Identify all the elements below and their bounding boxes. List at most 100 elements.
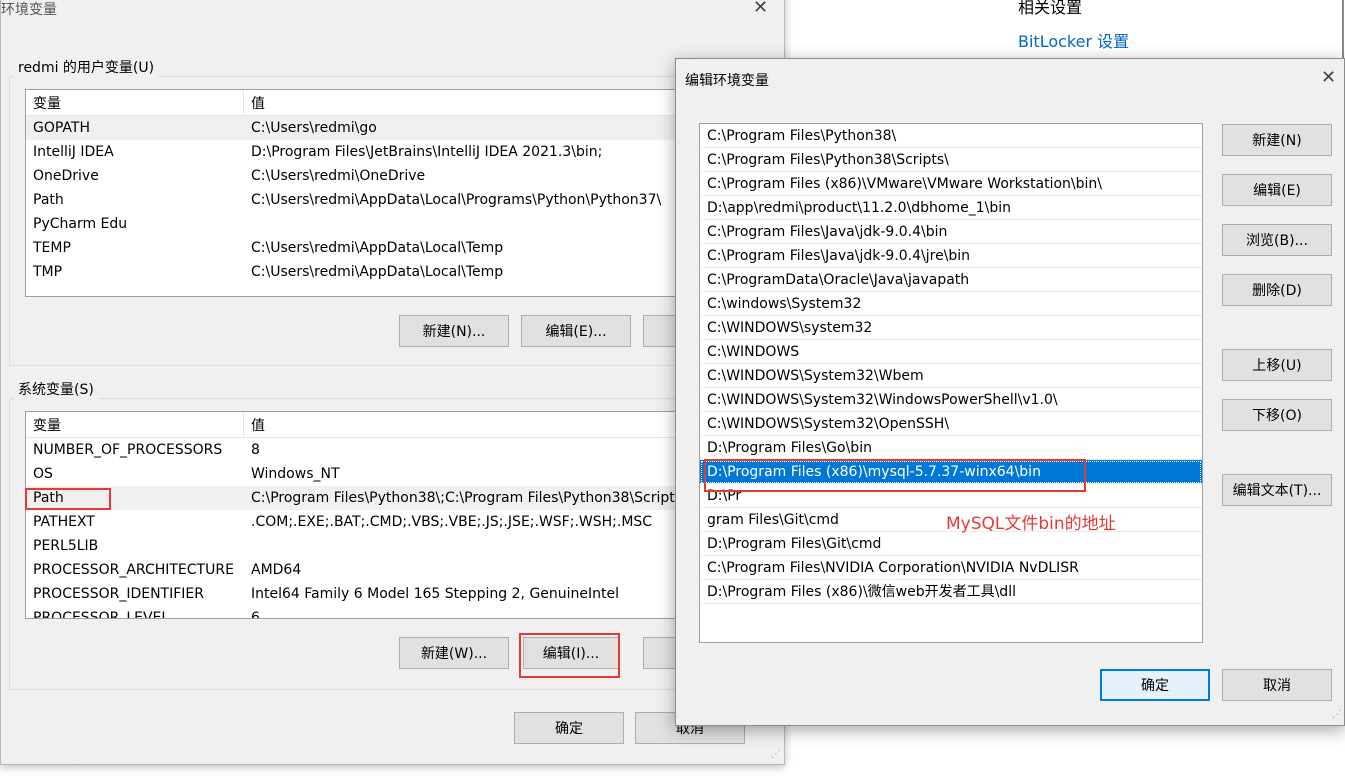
table-row[interactable]: PyCharm Edu xyxy=(26,212,784,236)
edit-cancel-button[interactable]: 取消 xyxy=(1222,669,1332,701)
environment-variables-window: 环境变量 ✕ redmi 的用户变量(U) 变量 值 GOPATH C:\User… xyxy=(0,0,785,765)
window-title: 环境变量 xyxy=(1,2,57,18)
env-ok-button[interactable]: 确定 xyxy=(514,712,624,744)
table-row[interactable]: PATHEXT .COM;.EXE;.BAT;.CMD;.VBS;.VBE;.JS… xyxy=(26,510,784,534)
delete-path-button[interactable]: 删除(D) xyxy=(1222,274,1332,306)
bitlocker-settings-link[interactable]: BitLocker 设置 xyxy=(1018,28,1129,52)
table-header: 变量 值 xyxy=(26,412,784,438)
table-row[interactable]: PROCESSOR_IDENTIFIER Intel64 Family 6 Mod… xyxy=(26,582,784,606)
variable-value xyxy=(243,534,251,558)
table-row[interactable]: PERL5LIB xyxy=(26,534,784,558)
path-list-item[interactable]: C:\Program Files\Python38\ xyxy=(700,124,1202,148)
path-list-item[interactable]: C:\Program Files (x86)\VMware\VMware Wor… xyxy=(700,172,1202,196)
variable-value: C:\Program Files\Python38\;C:\Program Fi… xyxy=(251,490,683,506)
variable-name: OneDrive xyxy=(33,168,99,184)
path-list-item[interactable]: C:\Program Files\Java\jdk-9.0.4\bin xyxy=(700,220,1202,244)
path-list-item[interactable]: C:\WINDOWS xyxy=(700,340,1202,364)
table-row[interactable]: IntelliJ IDEA D:\Program Files\JetBrains\… xyxy=(26,140,784,164)
table-row[interactable]: TEMP C:\Users\redmi\AppData\Local\Temp xyxy=(26,236,784,260)
system-variables-table[interactable]: 变量 值 NUMBER_OF_PROCESSORS 8 OS Windows_NT … xyxy=(25,411,785,619)
variable-name: Path xyxy=(33,192,64,208)
variable-value: C:\Users\redmi\AppData\Local\Temp xyxy=(251,264,504,280)
variable-value: C:\Users\redmi\go xyxy=(251,120,377,136)
resize-grip-icon[interactable]: ⋰ xyxy=(1332,709,1342,720)
variable-name: PROCESSOR_IDENTIFIER xyxy=(33,586,204,602)
settings-scrollbar[interactable] xyxy=(1342,0,1344,60)
column-header-variable[interactable]: 变量 xyxy=(26,93,243,113)
path-list-item[interactable]: C:\ProgramData\Oracle\Java\javapath xyxy=(700,268,1202,292)
column-header-variable[interactable]: 变量 xyxy=(26,415,243,435)
table-row[interactable]: TMP C:\Users\redmi\AppData\Local\Temp xyxy=(26,260,784,284)
table-row[interactable]: GOPATH C:\Users\redmi\go xyxy=(26,116,784,140)
system-new-button[interactable]: 新建(W)... xyxy=(399,637,509,669)
table-row[interactable]: PROCESSOR_LEVEL 6 xyxy=(26,606,784,619)
variable-value: .COM;.EXE;.BAT;.CMD;.VBS;.VBE;.JS;.JSE;.… xyxy=(251,514,653,530)
path-list-item[interactable]: D:\app\redmi\product\11.2.0\dbhome_1\bin xyxy=(700,196,1202,220)
user-variables-table[interactable]: 变量 值 GOPATH C:\Users\redmi\go IntelliJ ID… xyxy=(25,89,785,297)
edit-ok-button[interactable]: 确定 xyxy=(1100,669,1210,701)
variable-name: PERL5LIB xyxy=(33,538,99,554)
variable-name: TEMP xyxy=(33,240,71,256)
path-list-item[interactable]: C:\WINDOWS\system32 xyxy=(700,316,1202,340)
path-list-item[interactable]: D:\Program Files (x86)\mysql-5.7.37-winx… xyxy=(700,460,1202,484)
user-variables-label: redmi 的用户变量(U) xyxy=(14,57,159,77)
variable-value: AMD64 xyxy=(251,562,302,578)
edit-environment-variable-window: 编辑环境变量 ✕ C:\Program Files\Python38\ C:\Pr… xyxy=(675,58,1345,726)
variable-name: NUMBER_OF_PROCESSORS xyxy=(33,442,223,458)
system-variables-label: 系统变量(S) xyxy=(14,379,98,399)
path-list-item[interactable]: C:\Program Files\NVIDIA Corporation\NVID… xyxy=(700,556,1202,580)
variable-value: Windows_NT xyxy=(251,466,340,482)
related-settings-heading: 相关设置 xyxy=(1018,0,1083,17)
edit-path-button[interactable]: 编辑(E) xyxy=(1222,174,1332,206)
variable-value: 8 xyxy=(251,442,260,458)
column-header-value[interactable]: 值 xyxy=(243,412,265,437)
move-up-button[interactable]: 上移(U) xyxy=(1222,349,1332,381)
path-list-item[interactable]: D:\Pr xyxy=(700,484,1202,508)
variable-name: PROCESSOR_ARCHITECTURE xyxy=(33,562,234,578)
new-path-button[interactable]: 新建(N) xyxy=(1222,124,1332,156)
path-list-item[interactable]: C:\Program Files\Python38\Scripts\ xyxy=(700,148,1202,172)
resize-grip-icon[interactable]: ⋰ xyxy=(771,749,781,760)
table-row[interactable]: Path C:\Users\redmi\AppData\Local\Program… xyxy=(26,188,784,212)
variable-value: C:\Users\redmi\AppData\Local\Programs\Py… xyxy=(251,192,662,208)
path-list-item[interactable]: D:\Program Files\Go\bin xyxy=(700,436,1202,460)
variable-value: C:\Users\redmi\AppData\Local\Temp xyxy=(251,240,504,256)
table-row[interactable]: PROCESSOR_ARCHITECTURE AMD64 xyxy=(26,558,784,582)
variable-name: IntelliJ IDEA xyxy=(33,144,114,160)
column-header-value[interactable]: 值 xyxy=(243,90,265,115)
variable-name: PyCharm Edu xyxy=(33,216,128,232)
move-down-button[interactable]: 下移(O) xyxy=(1222,399,1332,431)
path-list-item[interactable]: C:\WINDOWS\System32\OpenSSH\ xyxy=(700,412,1202,436)
path-list-item[interactable]: C:\WINDOWS\System32\WindowsPowerShell\v1… xyxy=(700,388,1202,412)
close-icon[interactable]: ✕ xyxy=(1321,69,1336,87)
table-row[interactable]: OS Windows_NT xyxy=(26,462,784,486)
user-edit-button[interactable]: 编辑(E)... xyxy=(521,315,631,347)
path-list-item[interactable]: D:\Program Files\Git\cmd xyxy=(700,532,1202,556)
variable-name: OS xyxy=(33,466,53,482)
system-edit-button[interactable]: 编辑(I)... xyxy=(523,637,619,669)
variable-value: Intel64 Family 6 Model 165 Stepping 2, G… xyxy=(251,586,620,602)
edit-window-title: 编辑环境变量 xyxy=(685,73,769,89)
edit-text-button[interactable]: 编辑文本(T)... xyxy=(1222,474,1332,506)
variable-value xyxy=(243,212,251,236)
close-icon[interactable]: ✕ xyxy=(753,0,768,17)
path-list[interactable]: C:\Program Files\Python38\ C:\Program Fil… xyxy=(699,123,1203,643)
table-row[interactable]: Path C:\Program Files\Python38\;C:\Progra… xyxy=(26,486,784,510)
variable-value: D:\Program Files\JetBrains\IntelliJ IDEA… xyxy=(251,144,603,160)
path-list-item[interactable]: C:\windows\System32 xyxy=(700,292,1202,316)
variable-name: PATHEXT xyxy=(33,514,95,530)
variable-name: TMP xyxy=(33,264,63,280)
table-row[interactable]: OneDrive C:\Users\redmi\OneDrive xyxy=(26,164,784,188)
variable-value: C:\Users\redmi\OneDrive xyxy=(251,168,426,184)
path-list-item[interactable]: C:\WINDOWS\System32\Wbem xyxy=(700,364,1202,388)
browse-button[interactable]: 浏览(B)... xyxy=(1222,224,1332,256)
table-row[interactable]: NUMBER_OF_PROCESSORS 8 xyxy=(26,438,784,462)
user-new-button[interactable]: 新建(N)... xyxy=(399,315,509,347)
mysql-bin-annotation: MySQL文件bin的地址 xyxy=(946,514,1116,534)
variable-name: Path xyxy=(33,490,64,506)
variable-name: PROCESSOR_LEVEL xyxy=(33,610,170,619)
variable-value: 6 xyxy=(251,610,260,619)
path-list-item[interactable]: C:\Program Files\Java\jdk-9.0.4\jre\bin xyxy=(700,244,1202,268)
path-list-item[interactable]: D:\Program Files (x86)\微信web开发者工具\dll xyxy=(700,580,1202,604)
variable-name: GOPATH xyxy=(33,120,90,136)
